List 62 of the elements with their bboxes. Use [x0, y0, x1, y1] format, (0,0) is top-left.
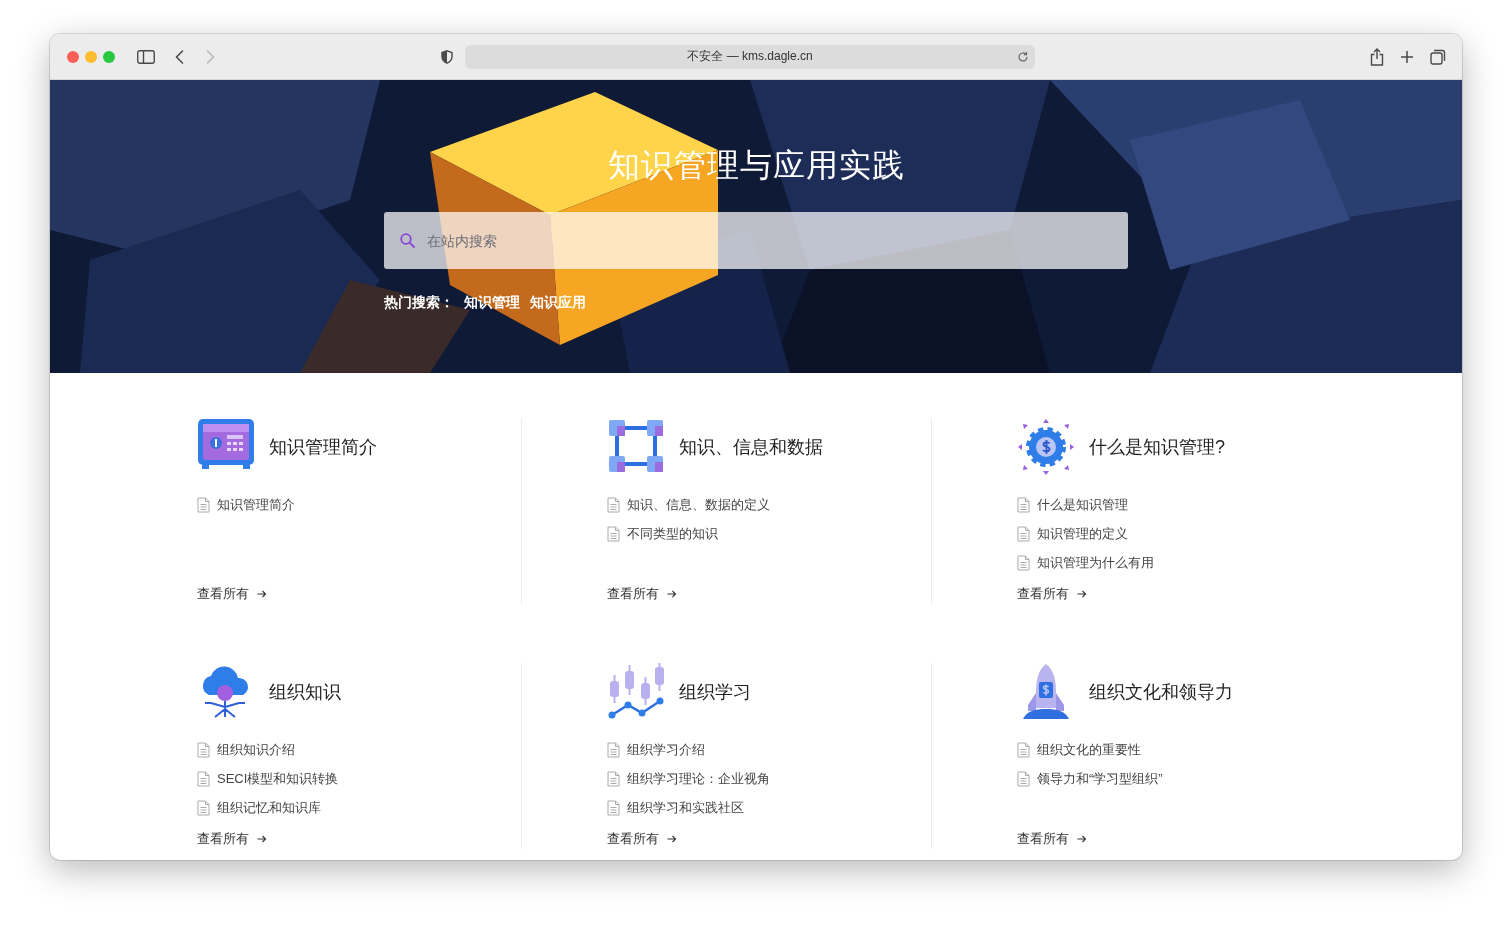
chart-icon [607, 663, 665, 721]
back-icon[interactable] [175, 49, 184, 64]
view-all-link[interactable]: 查看所有 [197, 828, 267, 850]
document-icon [1017, 770, 1030, 787]
search-field[interactable]: 在站内搜索 [384, 212, 1128, 269]
document-icon [1017, 741, 1030, 758]
article-link[interactable]: 知识、信息、数据的定义 [627, 495, 770, 514]
article-link[interactable]: 不同类型的知识 [627, 524, 718, 543]
shield-icon[interactable] [441, 49, 453, 64]
article-link[interactable]: SECI模型和知识转换 [217, 769, 339, 788]
document-icon [197, 741, 210, 758]
document-icon [607, 496, 620, 513]
document-icon [1017, 496, 1030, 513]
document-icon [1017, 525, 1030, 542]
address-text: 不安全 — kms.dagle.cn [687, 48, 813, 65]
view-all-link[interactable]: 查看所有 [197, 583, 267, 605]
article-link[interactable]: 领导力和“学习型组织” [1037, 769, 1163, 788]
article-link[interactable]: 知识管理为什么有用 [1037, 553, 1154, 572]
document-icon [607, 525, 620, 542]
new-tab-icon[interactable] [1400, 49, 1414, 64]
arrow-icon [667, 590, 677, 598]
arrow-icon [257, 835, 267, 843]
article-link[interactable]: 组织学习和实践社区 [627, 798, 744, 817]
arrow-icon [257, 590, 267, 598]
arrow-icon [667, 835, 677, 843]
article-link[interactable]: 什么是知识管理 [1037, 495, 1128, 514]
hot-search-label: 热门搜索： [384, 294, 454, 312]
category-title: 知识管理简介 [269, 436, 377, 459]
document-icon [197, 496, 210, 513]
view-all-link[interactable]: 查看所有 [1017, 828, 1087, 850]
search-icon [400, 233, 415, 248]
close-button[interactable] [67, 50, 79, 63]
view-all-link[interactable]: 查看所有 [607, 583, 677, 605]
view-all-link[interactable]: 查看所有 [1017, 583, 1087, 605]
sidebar-icon[interactable] [137, 49, 155, 64]
article-link[interactable]: 组织记忆和知识库 [217, 798, 321, 817]
category-title: 什么是知识管理? [1089, 436, 1225, 459]
arrow-icon [1077, 835, 1087, 843]
document-icon [607, 799, 620, 816]
article-link[interactable]: 组织文化的重要性 [1037, 740, 1141, 759]
category-title: 组织文化和领导力 [1089, 681, 1233, 704]
document-icon [1017, 554, 1030, 571]
arrow-icon [1077, 590, 1087, 598]
article-link[interactable]: 组织学习理论：企业视角 [627, 769, 770, 788]
category-title: 组织知识 [269, 681, 341, 704]
share-icon[interactable] [1370, 47, 1384, 66]
article-link[interactable]: 组织知识介绍 [217, 740, 295, 759]
category-title: 知识、信息和数据 [679, 436, 823, 459]
document-icon [607, 741, 620, 758]
reload-icon[interactable] [1017, 50, 1029, 63]
article-link[interactable]: 知识管理的定义 [1037, 524, 1128, 543]
address-bar[interactable]: 不安全 — kms.dagle.cn [465, 44, 1035, 69]
gear-icon [1017, 418, 1075, 476]
hot-search-link[interactable]: 知识应用 [530, 294, 586, 312]
category-title: 组织学习 [679, 681, 751, 704]
document-icon [197, 770, 210, 787]
document-icon [197, 799, 210, 816]
article-link[interactable]: 组织学习介绍 [627, 740, 705, 759]
view-all-link[interactable]: 查看所有 [607, 828, 677, 850]
tabs-overview-icon[interactable] [1430, 48, 1446, 65]
article-link[interactable]: 知识管理简介 [217, 495, 295, 514]
document-icon [607, 770, 620, 787]
